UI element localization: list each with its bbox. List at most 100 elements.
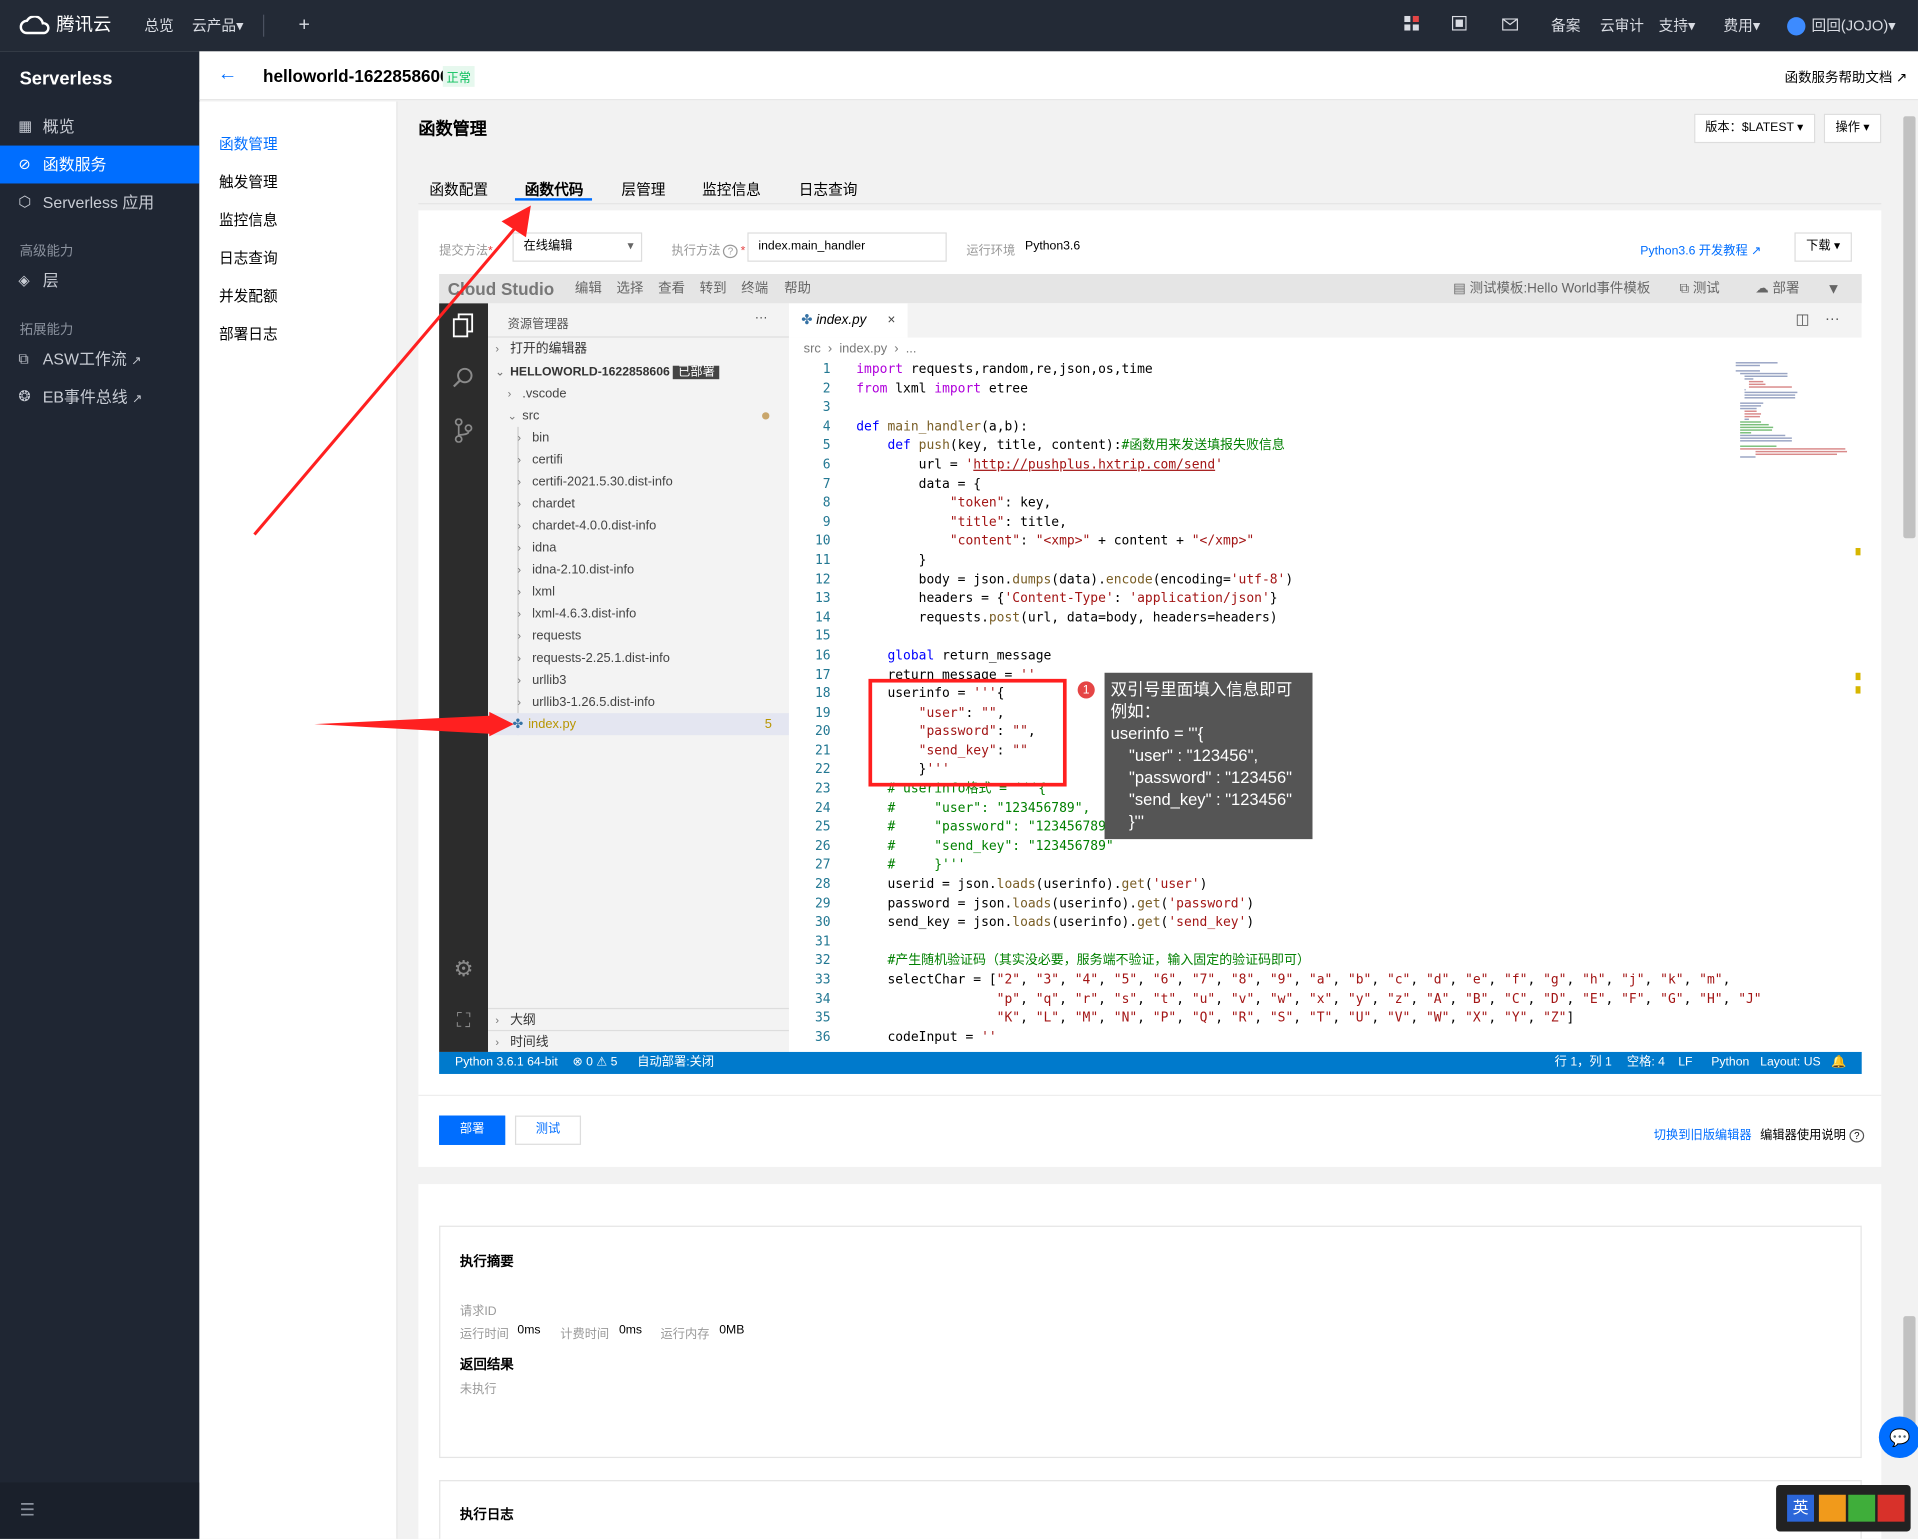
qrcode-icon[interactable] — [1451, 0, 1467, 51]
ime-skin-icon[interactable] — [1877, 1494, 1905, 1522]
nav-beian[interactable]: 备案 — [1551, 0, 1580, 51]
tree-item-index-py[interactable]: ✤ index.py 5 — [488, 713, 789, 736]
subnav-function-manage[interactable]: 函数管理 — [219, 133, 278, 154]
tree-item[interactable]: › .vscode — [508, 383, 567, 405]
editor-tab-index-py[interactable]: ✤ index.py × — [788, 303, 908, 338]
tree-item[interactable]: › urllib3 — [517, 669, 566, 691]
nav-billing[interactable]: 费用▾ — [1723, 0, 1760, 51]
menu-view[interactable]: 查看 — [658, 274, 685, 303]
ide-test-button[interactable]: ⧉ 测试 — [1679, 274, 1719, 303]
nav-item-overview[interactable]: ▦ 概览 — [0, 108, 199, 146]
code-line[interactable]: 32 #产生随机验证码（其实没必要，服务端不验证，输入固定的验证码即可） — [789, 952, 1762, 971]
user-menu[interactable]: 回回(JOJO)▾ — [1787, 0, 1896, 51]
switch-editor-link[interactable]: 切换到旧版编辑器 — [1654, 1124, 1752, 1142]
code-line[interactable]: 5 def push(key, title, content):#函数用来发送填… — [789, 437, 1762, 456]
more-actions-icon[interactable]: ··· — [1825, 309, 1840, 326]
tree-item[interactable]: › urllib3-1.26.5.dist-info — [517, 691, 654, 713]
ime-lang-toggle[interactable]: 英 — [1787, 1494, 1815, 1522]
tree-item[interactable]: › requests-2.25.1.dist-info — [517, 647, 669, 669]
tab-code[interactable]: 函数代码 — [525, 179, 584, 200]
nav-overview[interactable]: 总览 — [144, 0, 173, 51]
code-line[interactable]: 10 "content": "<xmp>" + content + "</xmp… — [789, 533, 1762, 552]
tree-item[interactable]: › chardet-4.0.0.dist-info — [517, 515, 656, 537]
code-line[interactable]: 12 body = json.dumps(data).encode(encodi… — [789, 571, 1762, 590]
nav-item-apps[interactable]: ⬡ Serverless 应用 — [0, 183, 199, 221]
search-icon[interactable] — [439, 367, 488, 395]
ide-deploy-button[interactable]: ☁ 部署 — [1755, 274, 1799, 303]
code-line[interactable]: 6 url = 'http://pushplus.hxtrip.com/send… — [789, 456, 1762, 475]
collapse-nav[interactable]: ☰ — [0, 1482, 200, 1539]
tab-logs[interactable]: 日志查询 — [799, 179, 858, 200]
subnav-logs[interactable]: 日志查询 — [219, 247, 278, 268]
tree-item[interactable]: › certifi — [517, 449, 562, 471]
code-line[interactable]: 14 requests.post(url, data=body, headers… — [789, 609, 1762, 628]
open-editors-section[interactable]: › 打开的编辑器 — [488, 336, 789, 358]
keyboard-layout[interactable]: Layout: US — [1760, 1052, 1821, 1074]
cursor-position[interactable]: 行 1，列 1 — [1555, 1052, 1612, 1074]
code-line[interactable]: 8 "token": key, — [789, 494, 1762, 513]
menu-edit[interactable]: 编辑 — [575, 274, 602, 303]
code-line[interactable]: 13 headers = {'Content-Type': 'applicati… — [789, 590, 1762, 609]
tree-item[interactable]: › lxml-4.6.3.dist-info — [517, 603, 636, 625]
tree-item[interactable]: › chardet — [517, 493, 575, 515]
code-line[interactable]: 35 "K", "L", "M", "N", "P", "Q", "R", "S… — [789, 1009, 1762, 1028]
timeline-section[interactable]: › 时间线 — [488, 1029, 789, 1052]
code-line[interactable]: 30 send_key = json.loads(userinfo).get('… — [789, 914, 1762, 933]
more-icon[interactable]: ··· — [755, 311, 768, 326]
help-doc-link[interactable]: 函数服务帮助文档 ↗ — [1785, 67, 1908, 87]
settings-gear-icon[interactable]: ⚙ — [439, 957, 488, 983]
mail-icon[interactable] — [1502, 0, 1518, 51]
code-line[interactable]: 9 "title": title, — [789, 513, 1762, 532]
test-template[interactable]: ▤ 测试模板:Hello World事件模板 — [1453, 274, 1650, 303]
nav-item-asw[interactable]: ⧉ ASW工作流 ↗ — [0, 340, 199, 378]
language-mode[interactable]: Python — [1711, 1052, 1749, 1074]
code-line[interactable]: 1 import requests,random,re,json,os,time — [789, 361, 1762, 380]
download-button[interactable]: 下载 ▾ — [1794, 232, 1852, 262]
code-line[interactable]: 7 data = { — [789, 475, 1762, 494]
subnav-deploy-log[interactable]: 部署日志 — [219, 323, 278, 344]
notification-bell-icon[interactable]: 🔔 — [1831, 1052, 1846, 1074]
plus-icon[interactable]: + — [298, 0, 309, 51]
help-icon[interactable]: ? — [722, 244, 739, 259]
tutorial-link[interactable]: Python3.6 开发教程 ↗ — [1640, 240, 1761, 258]
python-interpreter[interactable]: Python 3.6.1 64-bit — [455, 1052, 558, 1074]
nav-item-layer[interactable]: ◈ 层 — [0, 262, 199, 300]
code-line[interactable]: 3 — [789, 399, 1762, 418]
project-root[interactable]: ⌄ HELLOWORLD-1622858606 已部署 — [488, 361, 789, 383]
auto-deploy-status[interactable]: 自动部署:关闭 — [637, 1052, 714, 1074]
ime-moon-icon[interactable] — [1848, 1494, 1876, 1522]
ime-punct-icon[interactable] — [1818, 1494, 1846, 1522]
tree-item[interactable]: › idna-2.10.dist-info — [517, 559, 634, 581]
outline-section[interactable]: › 大纲 — [488, 1007, 789, 1030]
code-line[interactable]: 31 — [789, 933, 1762, 952]
code-line[interactable]: 29 password = json.loads(userinfo).get('… — [789, 895, 1762, 914]
explorer-icon[interactable] — [439, 313, 488, 344]
version-select[interactable]: 版本：$LATEST ▾ — [1694, 113, 1816, 144]
code-line[interactable]: 26 # "send_key": "123456789" — [789, 838, 1762, 857]
fullscreen-icon[interactable]: ⛶ — [439, 1010, 488, 1032]
code-line[interactable]: 2 from lxml import etree — [789, 380, 1762, 399]
tree-item[interactable]: › lxml — [517, 581, 555, 603]
menu-terminal[interactable]: 终端 — [741, 274, 768, 303]
source-control-icon[interactable] — [439, 418, 488, 449]
menu-help[interactable]: 帮助 — [784, 274, 811, 303]
split-editor-icon[interactable]: ◫ — [1796, 311, 1810, 328]
submit-method-select[interactable]: 在线编辑 ▾ — [512, 232, 643, 262]
nav-products[interactable]: 云产品▾ — [192, 0, 243, 51]
code-line[interactable]: 11 } — [789, 552, 1762, 571]
test-button[interactable]: 测试 — [514, 1115, 582, 1145]
minimap[interactable] — [1731, 360, 1861, 678]
subnav-concurrency[interactable]: 并发配额 — [219, 285, 278, 306]
close-icon[interactable]: × — [888, 303, 896, 337]
nav-item-functions[interactable]: ⊘ 函数服务 — [0, 145, 200, 184]
handler-input[interactable]: index.main_handler — [747, 232, 947, 262]
code-line[interactable]: 33 selectChar = ["2", "3", "4", "5", "6"… — [789, 971, 1762, 990]
collapse-triangle-icon[interactable]: ▼ — [1826, 274, 1841, 303]
problems-indicator[interactable]: ⊗ 0 ⚠ 5 — [572, 1052, 617, 1074]
menu-select[interactable]: 选择 — [616, 274, 643, 303]
back-icon[interactable]: ← — [218, 64, 238, 86]
subnav-trigger[interactable]: 触发管理 — [219, 171, 278, 192]
code-line[interactable]: 28 userid = json.loads(userinfo).get('us… — [789, 876, 1762, 895]
code-line[interactable]: 16 global return_message — [789, 647, 1762, 666]
line-ending[interactable]: LF — [1678, 1052, 1692, 1074]
